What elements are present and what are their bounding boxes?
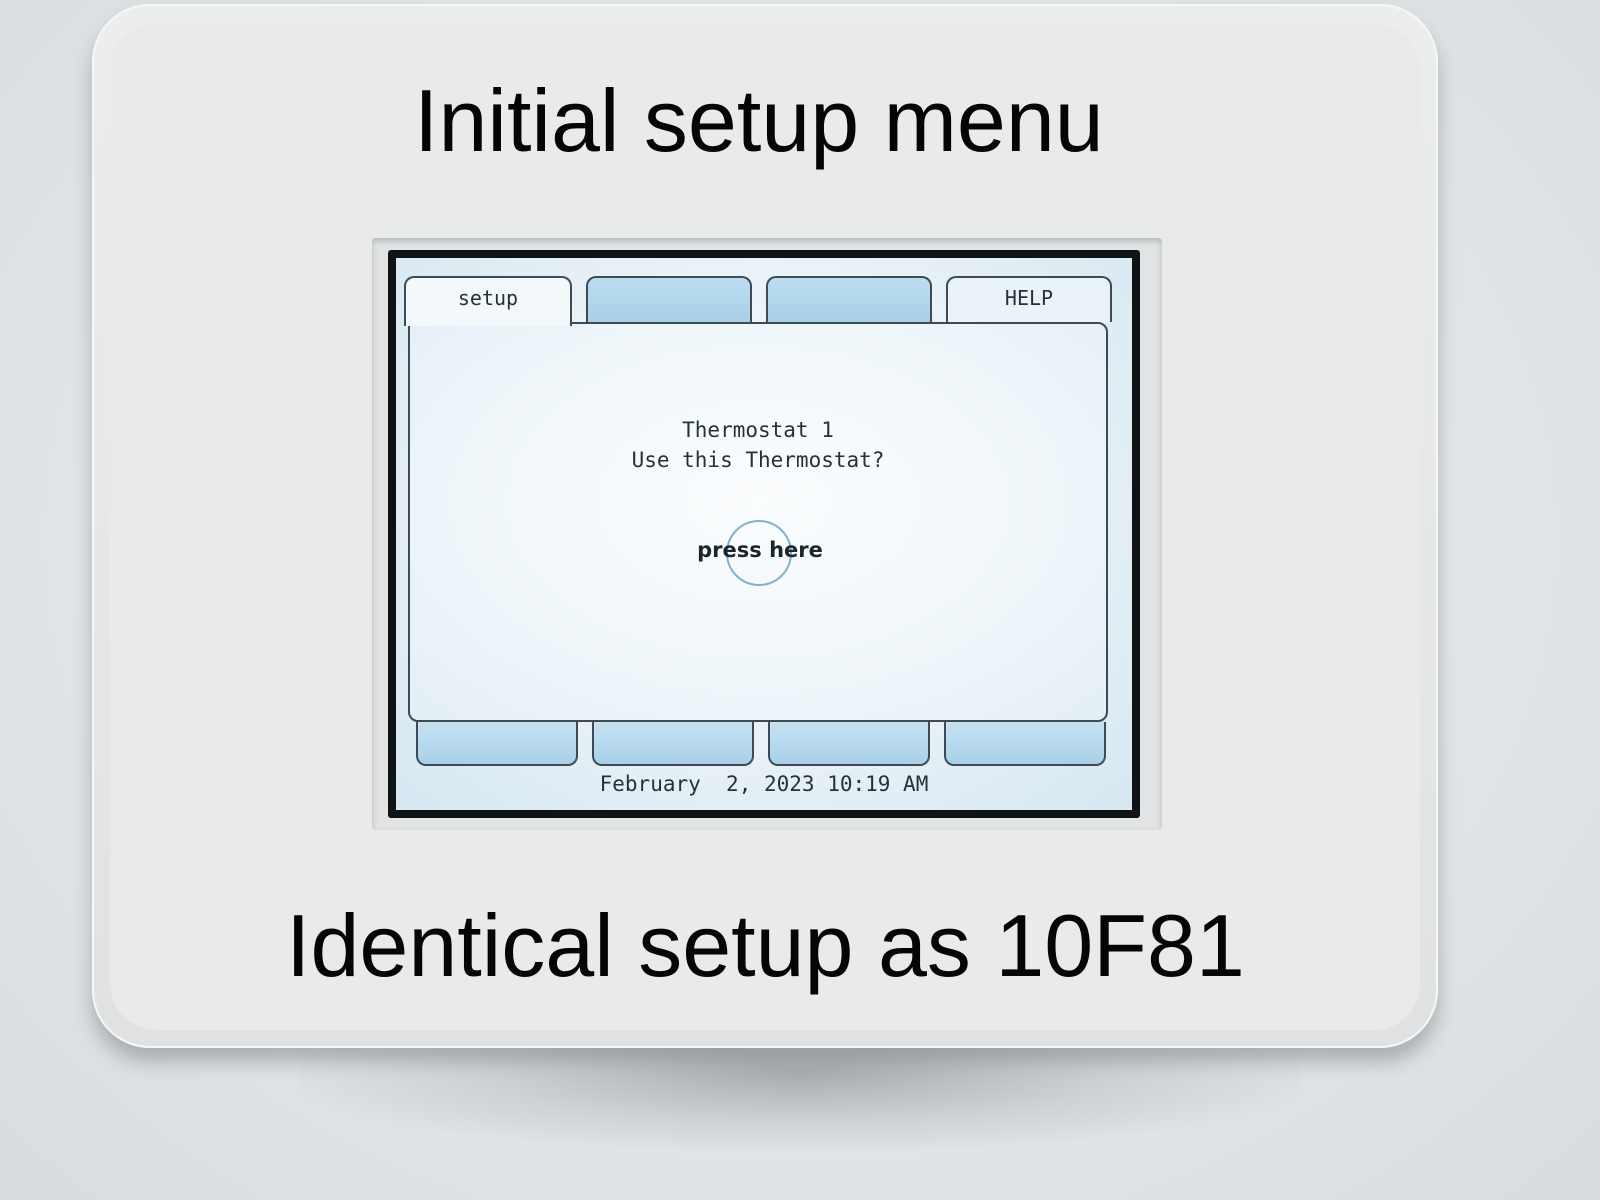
caption-bottom: Identical setup as 10F81	[286, 896, 1245, 995]
status-datetime: February 2, 2023 10:19 AM	[599, 772, 929, 796]
thermostat-title: Thermostat 1	[682, 418, 834, 442]
touch-screen: setup HELP Thermostat 1 Use this Thermos…	[388, 250, 1140, 818]
press-here-label: press here	[697, 538, 823, 562]
tab-setup[interactable]: setup	[404, 276, 572, 326]
tab-2[interactable]	[586, 276, 752, 322]
caption-top: Initial setup menu	[414, 71, 1104, 170]
tab-help[interactable]: HELP	[946, 276, 1112, 322]
bottom-button-3[interactable]	[768, 722, 930, 766]
tab-3[interactable]	[766, 276, 932, 322]
lcd-display: setup HELP Thermostat 1 Use this Thermos…	[396, 258, 1132, 810]
use-thermostat-question: Use this Thermostat?	[631, 448, 885, 472]
press-here-button[interactable]: press here	[690, 520, 830, 590]
bottom-button-2[interactable]	[592, 722, 754, 766]
bottom-button-4[interactable]	[944, 722, 1106, 766]
setup-panel: Thermostat 1 Use this Thermostat? press …	[408, 322, 1108, 722]
bottom-button-1[interactable]	[416, 722, 578, 766]
device-shadow	[300, 1040, 1300, 1150]
